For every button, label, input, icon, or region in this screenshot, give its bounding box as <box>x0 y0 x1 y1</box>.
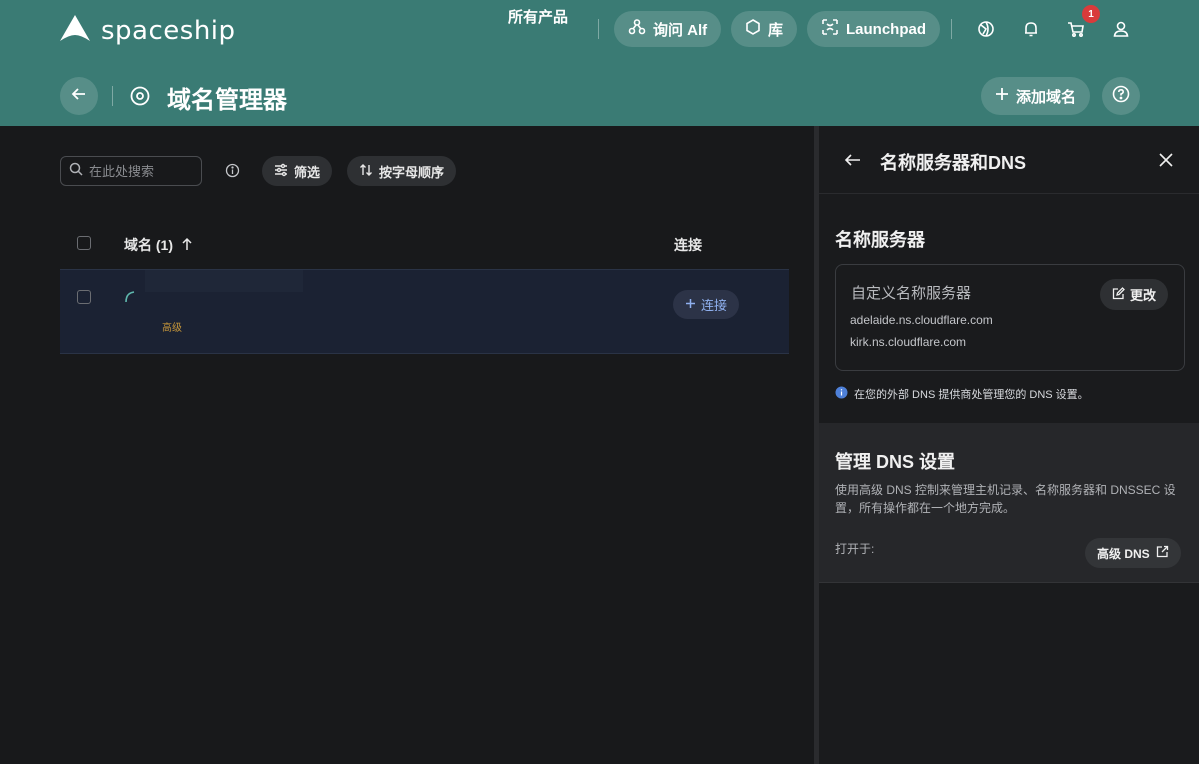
ask-alf-label: 询问 Alf <box>653 21 708 39</box>
sliders-icon <box>274 163 288 180</box>
panel-title: 名称服务器和DNS <box>880 153 1027 173</box>
nameserver-item: kirk.ns.cloudflare.com <box>850 335 967 349</box>
external-link-icon <box>1156 545 1169 561</box>
arrow-left-icon <box>71 86 87 107</box>
premium-tag: 高级 <box>162 323 182 334</box>
sort-label: 按字母顺序 <box>379 164 445 180</box>
select-all-checkbox[interactable] <box>77 236 91 250</box>
launchpad-label: Launchpad <box>846 20 927 38</box>
top-header: spaceship 所有产品 询问 Alf 库 Launchpad 1 域名管理… <box>0 0 1199 126</box>
edit-nameservers-button[interactable]: 更改 <box>1100 279 1169 310</box>
back-button[interactable] <box>60 77 98 115</box>
arrow-up-icon <box>181 237 193 254</box>
spaceship-logo-icon <box>59 14 91 47</box>
note-text: 在您的外部 DNS 提供商处管理您的 DNS 设置。 <box>854 389 1089 401</box>
info-filled-icon <box>835 386 848 402</box>
nameservers-heading: 名称服务器 <box>835 230 925 250</box>
connect-label: 连接 <box>701 298 728 313</box>
help-icon <box>1112 85 1130 108</box>
advanced-dns-label: 高级 DNS <box>1097 546 1150 561</box>
plus-icon <box>685 297 696 312</box>
row-checkbox[interactable] <box>77 290 91 304</box>
connect-column-header: 连接 <box>674 237 702 253</box>
search-input[interactable] <box>89 163 189 179</box>
launchpad-icon <box>821 18 839 40</box>
nav-divider <box>951 19 952 39</box>
user-icon[interactable] <box>1109 17 1133 41</box>
search-field[interactable] <box>60 156 202 186</box>
bell-icon[interactable] <box>1019 17 1043 41</box>
theme-toggle-icon[interactable] <box>974 17 998 41</box>
nameserver-item: adelaide.ns.cloudflare.com <box>850 313 993 327</box>
domain-column-label: 域名 (1) <box>124 237 173 253</box>
library-label: 库 <box>768 21 784 39</box>
sort-button[interactable]: 按字母顺序 <box>347 156 457 186</box>
cart-count-badge: 1 <box>1082 5 1100 23</box>
hexagon-icon <box>745 19 761 39</box>
page-title: 域名管理器 <box>167 87 287 114</box>
spaceship-logo[interactable]: spaceship <box>59 14 236 47</box>
add-domain-label: 添加域名 <box>1016 88 1077 106</box>
alf-icon <box>628 18 646 40</box>
custom-nameservers-label: 自定义名称服务器 <box>851 285 972 302</box>
library-button[interactable]: 库 <box>731 11 798 47</box>
plus-icon <box>995 87 1009 105</box>
add-domain-button[interactable]: 添加域名 <box>981 77 1091 115</box>
nav-all-products[interactable]: 所有产品 <box>508 0 568 36</box>
domain-column-header[interactable]: 域名 (1) <box>124 235 193 255</box>
nameservers-note: 在您的外部 DNS 提供商处管理您的 DNS 设置。 <box>835 386 1089 402</box>
manage-dns-heading: 管理 DNS 设置 <box>835 452 956 472</box>
arrow-left-icon[interactable] <box>844 151 862 174</box>
manage-dns-description: 使用高级 DNS 控制来管理主机记录、名称服务器和 DNSSEC 设置，所有操作… <box>835 483 1176 515</box>
nav-divider <box>598 19 599 39</box>
open-in-label: 打开于: <box>835 542 875 556</box>
close-icon[interactable] <box>1158 152 1174 173</box>
filter-label: 筛选 <box>294 164 321 180</box>
advanced-dns-button[interactable]: 高级 DNS <box>1085 538 1181 568</box>
title-divider <box>112 86 113 106</box>
help-button[interactable] <box>1102 77 1140 115</box>
panel-divider-line <box>819 193 1199 194</box>
connect-button[interactable]: 连接 <box>673 290 740 319</box>
sort-icon <box>359 163 373 180</box>
edit-icon <box>1112 286 1125 303</box>
edit-label: 更改 <box>1130 288 1157 303</box>
launchpad-button[interactable]: Launchpad <box>807 11 941 47</box>
ask-alf-button[interactable]: 询问 Alf <box>614 11 722 47</box>
loading-spinner-icon <box>124 290 140 311</box>
brand-name: spaceship <box>101 15 236 46</box>
search-icon <box>69 162 83 181</box>
info-icon[interactable] <box>225 163 240 183</box>
domain-manager-icon <box>129 85 151 112</box>
filter-button[interactable]: 筛选 <box>262 156 333 186</box>
redacted-domain-name <box>145 270 303 292</box>
